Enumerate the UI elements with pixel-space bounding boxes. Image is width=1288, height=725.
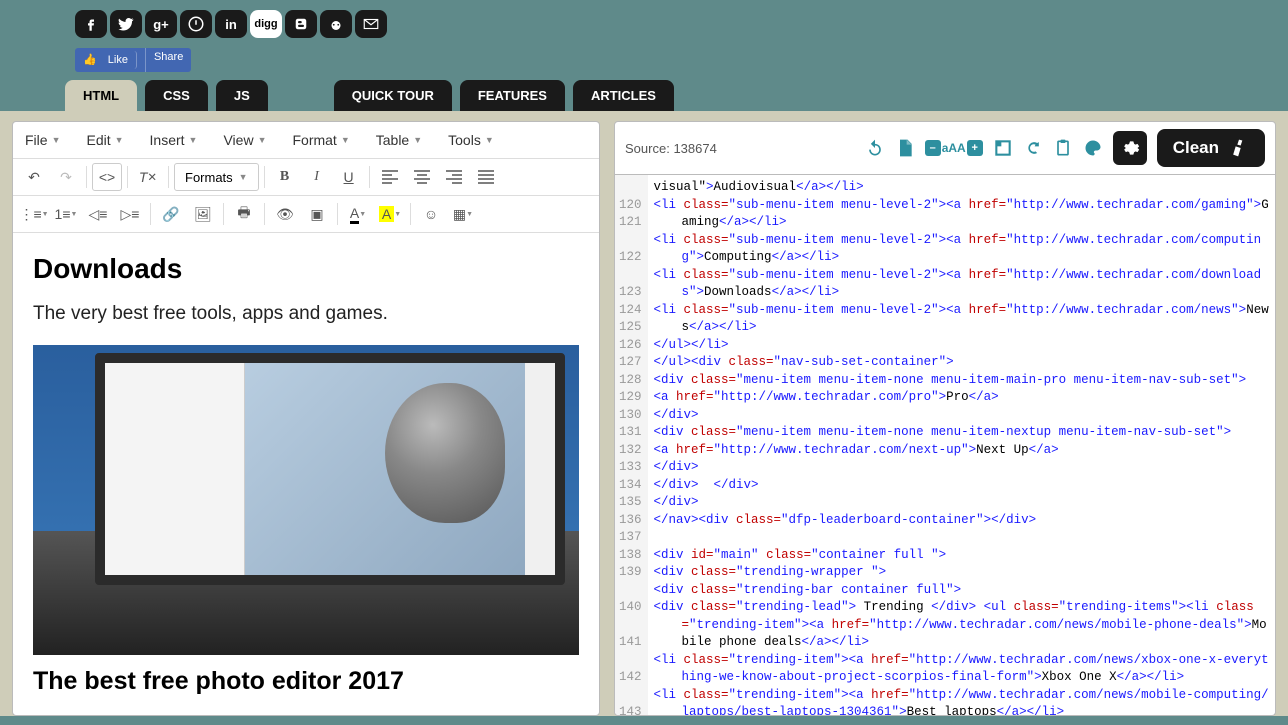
align-right-button[interactable] bbox=[439, 163, 469, 191]
email-icon[interactable] bbox=[355, 10, 387, 38]
clean-button[interactable]: Clean bbox=[1157, 129, 1265, 167]
fb-share-button[interactable]: Share bbox=[146, 48, 191, 72]
visual-editor-panel: File▼ Edit▼ Insert▼ View▼ Format▼ Table▼… bbox=[12, 121, 600, 716]
palette-icon[interactable] bbox=[1083, 138, 1103, 158]
align-center-button[interactable] bbox=[407, 163, 437, 191]
facebook-icon[interactable] bbox=[75, 10, 107, 38]
line-gutter: 1201211221231241251261271281291301311321… bbox=[615, 175, 648, 715]
tab-html[interactable]: HTML bbox=[65, 80, 137, 111]
bullet-list-button[interactable]: ⋮≡▼ bbox=[19, 200, 49, 228]
content-heading: Downloads bbox=[33, 253, 579, 285]
fb-like-button[interactable]: 👍 Like bbox=[75, 48, 146, 72]
underline-button[interactable]: U bbox=[334, 163, 364, 191]
print-button[interactable]: 🖶 bbox=[229, 200, 259, 228]
clipboard-icon[interactable] bbox=[1053, 138, 1073, 158]
image-button[interactable]: 🖼 bbox=[188, 200, 218, 228]
social-bar: g+ in digg bbox=[0, 0, 1288, 43]
tab-js[interactable]: JS bbox=[216, 80, 268, 111]
menu-format[interactable]: Format▼ bbox=[288, 126, 353, 154]
reddit-icon[interactable] bbox=[320, 10, 352, 38]
media-button[interactable]: ▣ bbox=[302, 200, 332, 228]
blogger-icon[interactable] bbox=[285, 10, 317, 38]
redo-button[interactable]: ↷ bbox=[51, 163, 81, 191]
undo-button[interactable]: ↶ bbox=[19, 163, 49, 191]
text-color-button[interactable]: A▼ bbox=[343, 200, 373, 228]
formats-dropdown[interactable]: Formats▼ bbox=[174, 163, 259, 191]
code-editor[interactable]: 1201211221231241251261271281291301311321… bbox=[614, 175, 1276, 716]
indent-button[interactable]: ▷≡ bbox=[115, 200, 145, 228]
toolbar-row-2: ⋮≡▼ 1≡▼ ◁≡ ▷≡ 🔗 🖼 🖶 👁 ▣ A▼ A▼ ☺ ▦▼ bbox=[13, 196, 599, 233]
twitter-icon[interactable] bbox=[110, 10, 142, 38]
content-subheading: The best free photo editor 2017 bbox=[33, 667, 579, 696]
table-button[interactable]: ▦▼ bbox=[448, 200, 478, 228]
source-header: Source: 138674 – aAA + Clean bbox=[614, 121, 1276, 175]
new-doc-icon[interactable] bbox=[895, 138, 915, 158]
clear-formatting-button[interactable]: T✕ bbox=[133, 163, 163, 191]
stumbleupon-icon[interactable] bbox=[180, 10, 212, 38]
menubar: File▼ Edit▼ Insert▼ View▼ Format▼ Table▼… bbox=[13, 122, 599, 159]
outdent-button[interactable]: ◁≡ bbox=[83, 200, 113, 228]
bg-color-button[interactable]: A▼ bbox=[375, 200, 405, 228]
settings-button[interactable] bbox=[1113, 131, 1147, 165]
panels-container: File▼ Edit▼ Insert▼ View▼ Format▼ Table▼… bbox=[0, 111, 1288, 716]
tabs-row: HTML CSS JS QUICK TOUR FEATURES ARTICLES bbox=[0, 80, 1288, 111]
source-panel: Source: 138674 – aAA + Clean 12012112212… bbox=[614, 121, 1276, 716]
menu-insert[interactable]: Insert▼ bbox=[146, 126, 202, 154]
numbered-list-button[interactable]: 1≡▼ bbox=[51, 200, 81, 228]
editor-content[interactable]: Downloads The very best free tools, apps… bbox=[13, 233, 599, 715]
italic-button[interactable]: I bbox=[302, 163, 332, 191]
menu-tools[interactable]: Tools▼ bbox=[444, 126, 498, 154]
preview-button[interactable]: 👁 bbox=[270, 200, 300, 228]
gplus-icon[interactable]: g+ bbox=[145, 10, 177, 38]
align-justify-button[interactable] bbox=[471, 163, 501, 191]
tab-css[interactable]: CSS bbox=[145, 80, 208, 111]
refresh-icon[interactable] bbox=[1023, 138, 1043, 158]
font-size-control[interactable]: – aAA + bbox=[925, 140, 983, 156]
link-button[interactable]: 🔗 bbox=[156, 200, 186, 228]
revert-icon[interactable] bbox=[865, 138, 885, 158]
menu-file[interactable]: File▼ bbox=[21, 126, 64, 154]
bold-button[interactable]: B bbox=[270, 163, 300, 191]
tab-articles[interactable]: ARTICLES bbox=[573, 80, 674, 111]
code-lines[interactable]: visual">Audiovisual</a></li><li class="s… bbox=[648, 175, 1275, 715]
tab-quicktour[interactable]: QUICK TOUR bbox=[334, 80, 452, 111]
content-image bbox=[33, 345, 579, 655]
linkedin-icon[interactable]: in bbox=[215, 10, 247, 38]
digg-icon[interactable]: digg bbox=[250, 10, 282, 38]
menu-table[interactable]: Table▼ bbox=[372, 126, 426, 154]
font-aA-label: aAA bbox=[942, 141, 966, 155]
align-left-button[interactable] bbox=[375, 163, 405, 191]
source-code-button[interactable]: <> bbox=[92, 163, 122, 191]
content-paragraph: The very best free tools, apps and games… bbox=[33, 303, 579, 325]
source-label: Source: 138674 bbox=[625, 141, 717, 156]
font-smaller-icon: – bbox=[925, 140, 941, 156]
emoji-button[interactable]: ☺ bbox=[416, 200, 446, 228]
font-larger-icon: + bbox=[967, 140, 983, 156]
compress-icon[interactable] bbox=[993, 138, 1013, 158]
fb-like-widget: 👍 Like Share bbox=[75, 48, 191, 72]
tab-features[interactable]: FEATURES bbox=[460, 80, 565, 111]
menu-edit[interactable]: Edit▼ bbox=[82, 126, 127, 154]
toolbar-row-1: ↶ ↷ <> T✕ Formats▼ B I U bbox=[13, 159, 599, 196]
menu-view[interactable]: View▼ bbox=[219, 126, 270, 154]
